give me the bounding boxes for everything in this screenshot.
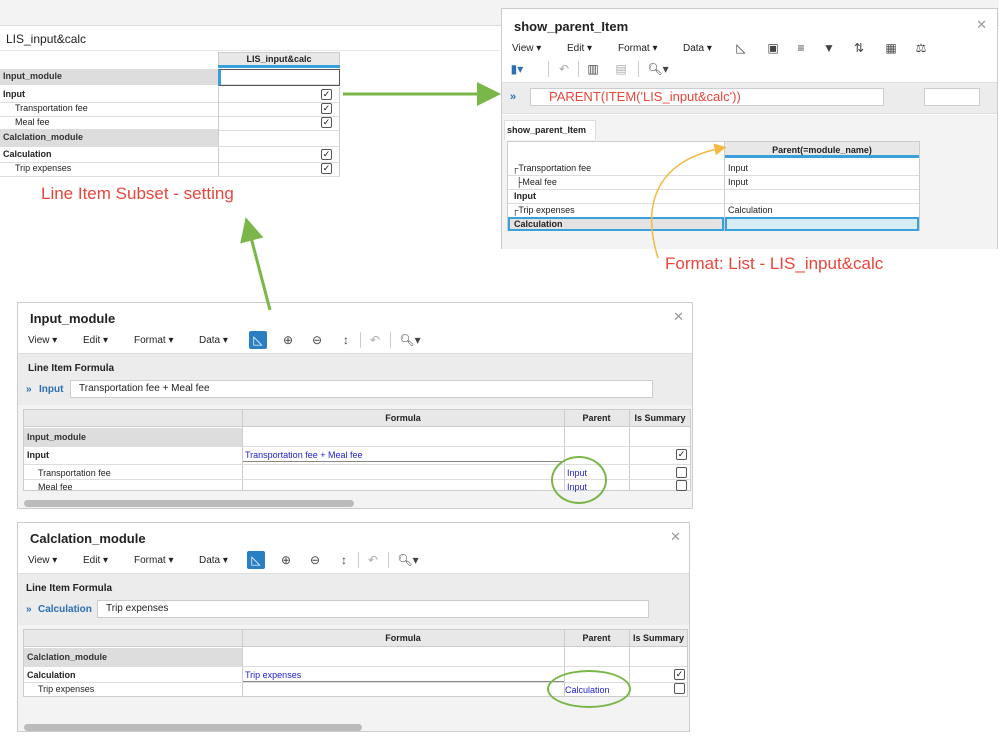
annotation-arrows: [240, 82, 727, 311]
arrow-to-lis-caption: [240, 217, 272, 311]
curve-arrow-format: [650, 143, 727, 259]
